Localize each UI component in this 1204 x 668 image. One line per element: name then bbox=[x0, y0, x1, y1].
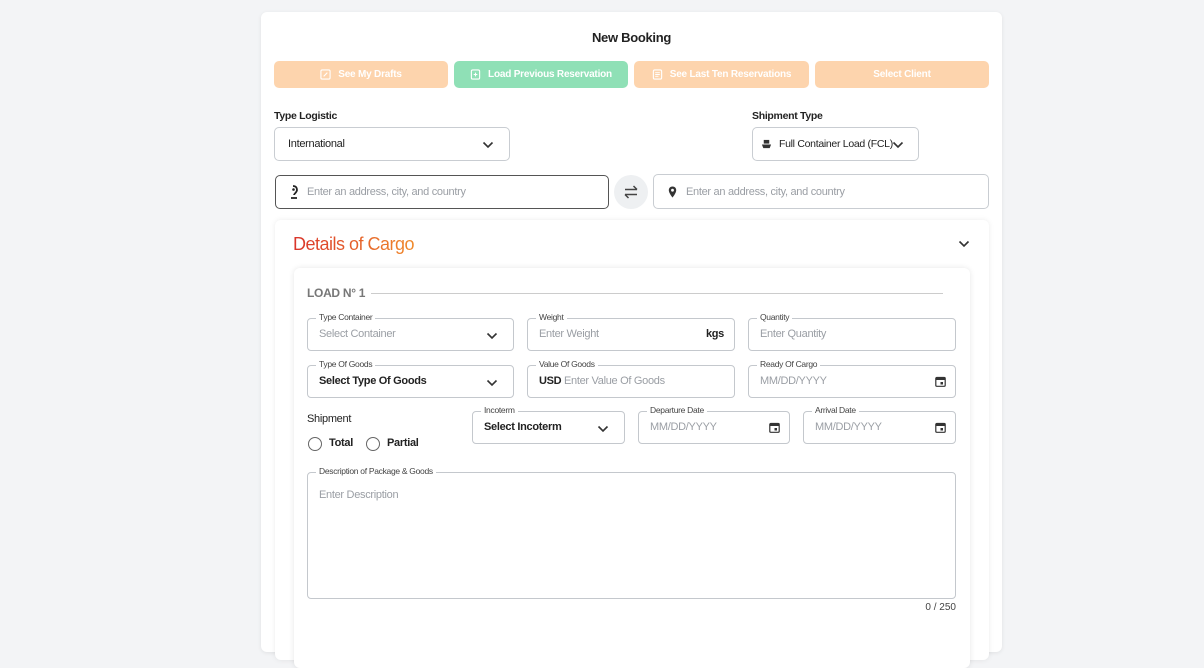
type-logistic-label: Type Logistic bbox=[274, 110, 337, 122]
incoterm-select[interactable]: Incoterm Select Incoterm bbox=[472, 405, 625, 444]
weight-input[interactable]: Weight Enter Weight kgs bbox=[527, 312, 735, 351]
departure-date[interactable]: Departure Date MM/DD/YYYY bbox=[638, 405, 790, 444]
select-client-button[interactable]: Select Client bbox=[815, 61, 989, 88]
chevron-down-icon bbox=[482, 141, 494, 149]
type-container-select[interactable]: Type Container Select Container bbox=[307, 312, 514, 351]
divider bbox=[371, 293, 943, 294]
chevron-down-icon bbox=[892, 141, 904, 149]
swap-arrows-icon bbox=[624, 185, 638, 199]
currency-label: USD bbox=[539, 375, 562, 387]
details-title: Details of Cargo bbox=[293, 234, 415, 254]
swap-button[interactable] bbox=[614, 175, 648, 209]
pin-drop-icon bbox=[291, 185, 298, 199]
calendar-icon[interactable] bbox=[935, 376, 946, 387]
location-pin-icon bbox=[668, 186, 677, 198]
shipment-label: Shipment bbox=[307, 413, 352, 425]
origin-input[interactable]: Enter an address, city, and country bbox=[275, 175, 609, 209]
radio-total[interactable] bbox=[308, 437, 322, 451]
list-doc-icon bbox=[652, 69, 662, 80]
see-my-drafts-button[interactable]: See My Drafts bbox=[274, 61, 448, 88]
chevron-down-icon bbox=[597, 425, 609, 433]
value-of-goods-input[interactable]: Value Of Goods USD Enter Value Of Goods bbox=[527, 359, 735, 398]
type-logistic-select[interactable]: International bbox=[274, 127, 510, 161]
booking-card: New Booking See My Drafts Load Previous … bbox=[261, 12, 1002, 668]
load-title: LOAD N° 1 bbox=[307, 286, 366, 300]
radio-partial[interactable] bbox=[366, 437, 380, 451]
radio-partial-label: Partial bbox=[387, 437, 419, 449]
cargo-details-panel: Details of Cargo LOAD N° 1 Type Containe… bbox=[275, 220, 989, 668]
chevron-down-icon bbox=[486, 379, 498, 387]
arrival-date[interactable]: Arrival Date MM/DD/YYYY bbox=[803, 405, 956, 444]
weight-unit: kgs bbox=[705, 328, 724, 340]
calendar-icon[interactable] bbox=[935, 422, 946, 433]
file-import-icon bbox=[470, 69, 481, 80]
shipment-type-select[interactable]: Full Container Load (FCL) bbox=[752, 127, 919, 161]
page-title: New Booking bbox=[591, 30, 672, 45]
ready-of-cargo-date[interactable]: Ready Of Cargo MM/DD/YYYY bbox=[748, 359, 956, 398]
shipment-type-label: Shipment Type bbox=[752, 110, 823, 122]
radio-total-label: Total bbox=[329, 437, 353, 449]
quantity-input[interactable]: Quantity Enter Quantity bbox=[748, 312, 956, 351]
description-textarea[interactable]: Description of Package & Goods Enter Des… bbox=[307, 466, 956, 599]
calendar-icon[interactable] bbox=[769, 422, 780, 433]
destination-input[interactable]: Enter an address, city, and country bbox=[653, 174, 989, 209]
see-last-ten-reservations-button[interactable]: See Last Ten Reservations bbox=[634, 61, 809, 88]
type-of-goods-select[interactable]: Type Of Goods Select Type Of Goods bbox=[307, 359, 514, 398]
load-card: LOAD N° 1 Type Container Select Containe… bbox=[294, 268, 970, 668]
edit-square-icon bbox=[320, 69, 331, 80]
load-previous-reservation-button[interactable]: Load Previous Reservation bbox=[454, 61, 628, 88]
collapse-chevron-icon[interactable] bbox=[958, 240, 970, 248]
ship-icon bbox=[761, 139, 772, 149]
chevron-down-icon bbox=[486, 332, 498, 340]
char-counter: 0 / 250 bbox=[925, 602, 956, 613]
